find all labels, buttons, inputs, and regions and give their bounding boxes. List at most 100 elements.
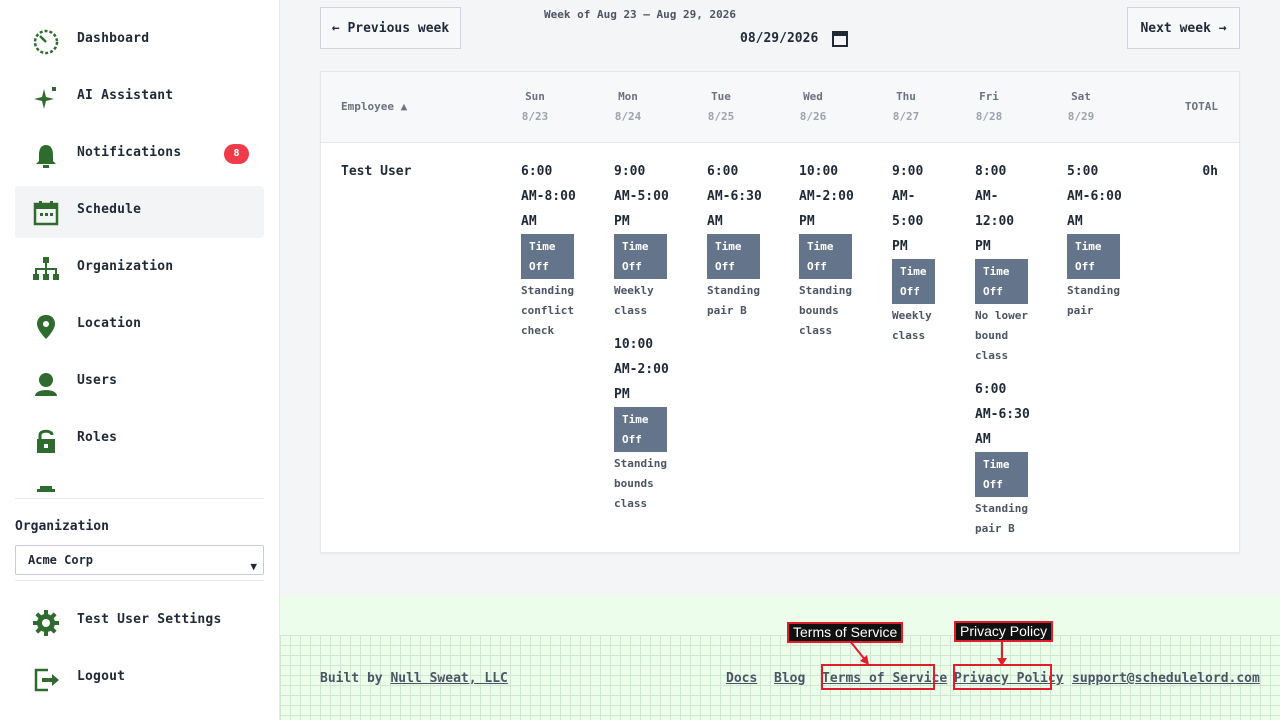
shift-note: Weekly class xyxy=(892,309,932,342)
footer-top-band xyxy=(280,595,1280,635)
partial-nav-icon xyxy=(37,486,55,492)
bell-icon xyxy=(36,145,56,168)
sidebar-item-users[interactable]: Users xyxy=(15,357,264,409)
sidebar-item-schedule[interactable]: Schedule xyxy=(15,186,264,238)
next-week-button[interactable]: Next week → xyxy=(1127,7,1240,49)
shift-note: Standing pair xyxy=(1067,284,1120,317)
shift-entry[interactable]: 8:00 AM- 12:00 PM Time Off No lower bound clas… xyxy=(975,159,1028,366)
date-input-value: 08/29/2026 xyxy=(740,31,819,46)
shift-entry[interactable]: 10:00 AM-2:00 PM Time Off Standing bounds cla… xyxy=(799,159,854,341)
day-header-tue: Tue 8/25 xyxy=(707,90,735,123)
day-header-mon: Mon 8/24 xyxy=(614,90,642,123)
shift-entry[interactable]: 5:00 AM-6:00 AM Time Off Standing pair xyxy=(1067,159,1122,321)
employee-name: Test User xyxy=(341,164,412,179)
shift-note: Standing pair B xyxy=(707,284,760,317)
time-off-tag: Time Off xyxy=(1067,234,1120,279)
shift-entry[interactable]: 6:00 AM-6:30 AM Time Off Standing pair B xyxy=(707,159,762,321)
shift-entry[interactable]: 6:00 AM-6:30 AM Time Off Standing pair B xyxy=(975,377,1030,539)
sidebar-item-label: Dashboard xyxy=(77,31,150,46)
blog-link[interactable]: Blog xyxy=(774,671,805,686)
day-header-sat: Sat 8/29 xyxy=(1067,90,1095,123)
org-chart-icon xyxy=(33,257,59,280)
sidebar-nav[interactable]: Dashboard AI Assistant Notifications 8 S… xyxy=(15,0,264,492)
user-icon xyxy=(35,373,57,396)
dashboard-icon xyxy=(33,29,59,55)
sidebar-item-roles[interactable]: Roles xyxy=(15,414,264,466)
calendar-picker-icon[interactable] xyxy=(832,30,848,47)
sidebar-item-ai-assistant[interactable]: AI Assistant xyxy=(15,72,264,124)
privacy-annotation-arrow xyxy=(997,641,1007,666)
time-off-tag: Time Off xyxy=(975,259,1028,304)
schedule-table: Employee ▲ Sun 8/23 Mon 8/24 Tue 8/25 Wed 8/… xyxy=(320,71,1240,553)
week-range-caption: Week of Aug 23 – Aug 29, 2026 xyxy=(543,8,737,21)
sidebar-item-label: Roles xyxy=(77,430,118,445)
logout-label: Logout xyxy=(77,669,126,684)
shift-entry[interactable]: 9:00AM-5:00PM TimeOff Weeklyclass xyxy=(892,159,935,346)
employee-sort-header[interactable]: Employee ▲ xyxy=(341,100,407,113)
day-header-thu: Thu 8/27 xyxy=(892,90,920,123)
time-off-tag: Time Off xyxy=(975,452,1028,497)
lock-icon xyxy=(37,429,55,453)
shift-time: 10:00 AM-2:00 PM xyxy=(799,164,854,229)
user-settings-link[interactable]: Test User Settings xyxy=(15,596,264,648)
calendar-icon xyxy=(33,201,59,226)
day-header-wed: Wed 8/26 xyxy=(799,90,827,123)
shift-note: Standing conflict check xyxy=(521,284,574,337)
sidebar-item-label: AI Assistant xyxy=(77,88,174,103)
logout-icon xyxy=(34,668,59,692)
shift-time: 8:00 AM- 12:00 PM xyxy=(975,164,1015,254)
sidebar-item-label: Users xyxy=(77,373,118,388)
time-off-tag: Time Off xyxy=(614,407,667,452)
logout-link[interactable]: Logout xyxy=(15,653,264,705)
page-footer: Built by Null Sweat, LLC Docs Blog Terms… xyxy=(280,595,1280,720)
shift-entry[interactable]: 9:00AM-5:00PM TimeOff Weeklyclass xyxy=(614,159,669,321)
sidebar-item-dashboard[interactable]: Dashboard xyxy=(15,15,264,67)
week-date-input[interactable]: 08/29/2026 xyxy=(734,29,854,51)
shift-note: Standing bounds class xyxy=(614,457,667,510)
notification-count-badge: 8 xyxy=(224,144,249,164)
company-link[interactable]: Null Sweat, LLC xyxy=(390,671,507,686)
sidebar-item-location[interactable]: Location xyxy=(15,300,264,352)
shift-time: 6:00 AM-6:30 AM xyxy=(975,382,1030,447)
shift-time: 5:00 AM-6:00 AM xyxy=(1067,164,1122,229)
time-off-tag: Time Off xyxy=(799,234,852,279)
shift-note: Standing pair B xyxy=(975,502,1028,535)
user-settings-label: Test User Settings xyxy=(77,612,222,627)
sparkle-icon xyxy=(34,87,56,109)
employee-total-hours: 0h xyxy=(1202,164,1218,179)
sidebar-divider xyxy=(15,580,264,581)
total-header: TOTAL xyxy=(1184,100,1218,113)
sidebar-item-partial[interactable] xyxy=(15,471,264,492)
support-email-link[interactable]: support@schedulelord.com xyxy=(1072,671,1260,686)
chevron-down-icon: ▼ xyxy=(250,560,257,573)
built-by-text: Built by Null Sweat, LLC xyxy=(320,671,508,686)
shift-note: Weekly class xyxy=(614,284,654,317)
docs-link[interactable]: Docs xyxy=(726,671,757,686)
schedule-table-header: Employee ▲ Sun 8/23 Mon 8/24 Tue 8/25 Wed 8/… xyxy=(321,72,1239,143)
gear-icon xyxy=(33,610,59,636)
sidebar-item-label: Schedule xyxy=(77,202,142,217)
sidebar-item-label: Location xyxy=(77,316,142,331)
shift-entry[interactable]: 10:00 AM-2:00 PM Time Off Standing bounds cla… xyxy=(614,332,669,514)
shift-time: 6:00 AM-6:30 AM xyxy=(707,164,762,229)
terms-highlight-box xyxy=(821,664,935,690)
sidebar-divider xyxy=(15,498,264,499)
terms-annotation-arrow xyxy=(849,640,869,665)
shift-time: 6:00 AM-8:00 AM xyxy=(521,164,576,229)
privacy-highlight-box xyxy=(953,664,1052,690)
shift-entry[interactable]: 6:00 AM-8:00 AM Time Off Standing conflict ch… xyxy=(521,159,576,341)
sidebar-item-notifications[interactable]: Notifications 8 xyxy=(15,129,264,181)
shift-time: 10:00 AM-2:00 PM xyxy=(614,337,669,402)
previous-week-button[interactable]: ← Previous week xyxy=(320,7,461,49)
location-pin-icon xyxy=(37,315,55,339)
organization-label: Organization xyxy=(15,519,109,534)
day-header-fri: Fri 8/28 xyxy=(975,90,1003,123)
sidebar-item-organization[interactable]: Organization xyxy=(15,243,264,295)
time-off-tag: Time Off xyxy=(707,234,760,279)
day-header-sun: Sun 8/23 xyxy=(521,90,549,123)
time-off-tag: Time Off xyxy=(892,259,935,304)
shift-time: 9:00AM-5:00PM xyxy=(892,164,924,254)
shift-note: Standing bounds class xyxy=(799,284,852,337)
organization-select[interactable]: Acme Corp ▼ xyxy=(15,545,264,575)
organization-selected-value: Acme Corp xyxy=(28,553,94,567)
